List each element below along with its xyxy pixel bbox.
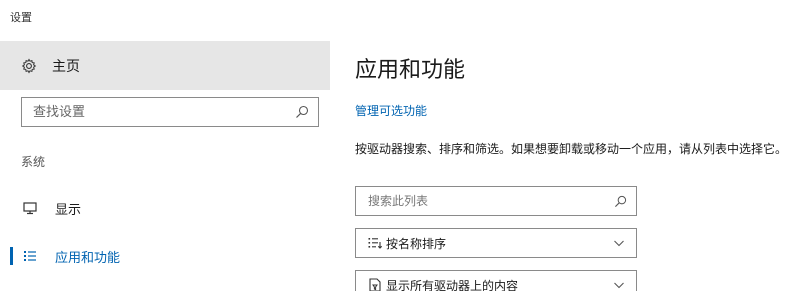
filter-dropdown[interactable]: 显示所有驱动器上的内容: [355, 270, 637, 291]
sidebar: 主页 系统 显示: [0, 0, 330, 291]
list-icon: [22, 248, 38, 264]
section-label-system: 系统: [21, 155, 46, 169]
monitor-icon: [22, 200, 38, 216]
sidebar-item-display[interactable]: 显示: [0, 190, 330, 226]
page-description: 按驱动器搜索、排序和筛选。如果想要卸载或移动一个应用，请从列表中选择它。: [355, 142, 788, 156]
search-icon[interactable]: [295, 105, 309, 119]
sort-icon: [367, 235, 383, 251]
app-list-search-box[interactable]: [355, 186, 637, 216]
chevron-down-icon: [613, 279, 625, 291]
gear-icon: [21, 58, 37, 74]
settings-search-input[interactable]: [31, 103, 295, 121]
search-icon[interactable]: [614, 195, 627, 208]
page-title: 应用和功能: [355, 58, 466, 83]
manage-optional-features-link[interactable]: 管理可选功能: [355, 102, 427, 119]
sidebar-item-label: 显示: [55, 202, 82, 218]
sidebar-item-label: 应用和功能: [55, 250, 121, 266]
chevron-down-icon: [613, 237, 625, 249]
sidebar-item-label: 主页: [52, 58, 80, 75]
settings-window: 设置 主页 系统: [0, 0, 795, 291]
drive-filter-icon: [367, 277, 383, 291]
app-list-search-input[interactable]: [366, 193, 614, 209]
selection-indicator: [10, 247, 13, 265]
sort-dropdown-value: 按名称排序: [386, 236, 447, 251]
filter-dropdown-value: 显示所有驱动器上的内容: [386, 278, 519, 291]
sidebar-item-apps-features[interactable]: 应用和功能: [0, 238, 330, 274]
sort-dropdown[interactable]: 按名称排序: [355, 228, 637, 258]
sidebar-item-home[interactable]: 主页: [0, 41, 330, 90]
settings-search-box[interactable]: [21, 97, 319, 127]
main-content: 应用和功能 管理可选功能 按驱动器搜索、排序和筛选。如果想要卸载或移动一个应用，…: [355, 0, 795, 291]
